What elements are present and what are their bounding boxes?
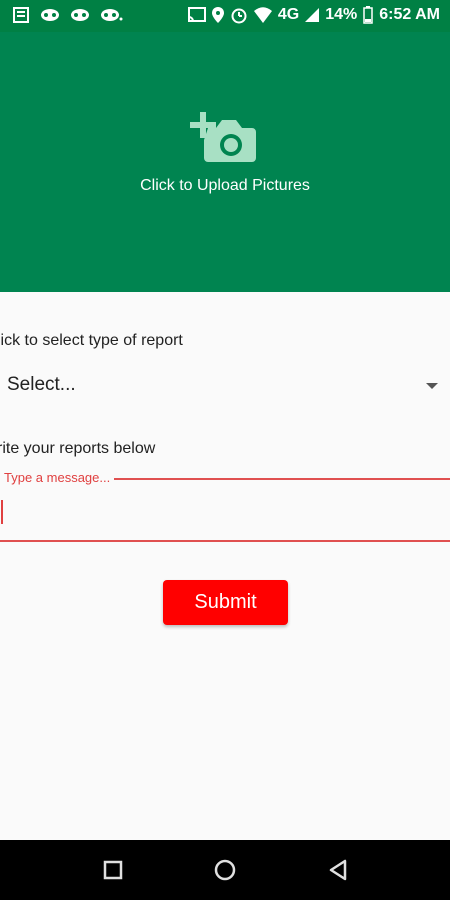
upload-pictures-button[interactable]: Click to Upload Pictures	[0, 102, 450, 195]
wifi-icon	[253, 7, 272, 23]
network-type: 4G	[277, 6, 300, 23]
game-controller-icon	[40, 6, 60, 24]
battery-percent: 14%	[325, 6, 358, 23]
system-icons: 4G 14% 6:52 AM	[187, 6, 440, 24]
battery-icon	[363, 6, 373, 24]
add-a-photo-icon	[190, 102, 260, 166]
cast-icon	[187, 7, 206, 23]
text-cursor	[1, 500, 3, 524]
signal-icon	[305, 8, 320, 22]
news-icon	[12, 6, 30, 24]
square-icon[interactable]	[101, 858, 125, 882]
dropdown-arrow-icon	[426, 383, 438, 389]
report-type-dropdown[interactable]: Select...	[0, 370, 450, 402]
upload-pictures-label: Click to Upload Pictures	[140, 177, 310, 194]
message-placeholder-label: Type a message...	[0, 470, 115, 485]
notification-icons	[12, 6, 124, 24]
alarm-icon	[230, 6, 248, 24]
clock: 6:52 AM	[379, 6, 440, 23]
submit-button[interactable]: Submit	[163, 580, 288, 625]
report-type-label: lick to select type of report	[0, 332, 183, 349]
message-input[interactable]	[0, 490, 434, 532]
reports-label: rite your reports below	[0, 440, 156, 457]
game-controller-icon	[70, 6, 90, 24]
game-controller-icon	[100, 6, 124, 24]
location-icon	[211, 7, 224, 23]
triangle-back-icon[interactable]	[326, 858, 350, 882]
message-field[interactable]: Type a message...	[0, 470, 450, 542]
status-bar: 4G 14% 6:52 AM	[0, 0, 450, 32]
upload-pictures-area[interactable]: Click to Upload Pictures	[0, 32, 450, 292]
circle-icon[interactable]	[213, 858, 237, 882]
report-type-selected-value: Select...	[7, 374, 76, 395]
navigation-bar	[0, 840, 450, 900]
